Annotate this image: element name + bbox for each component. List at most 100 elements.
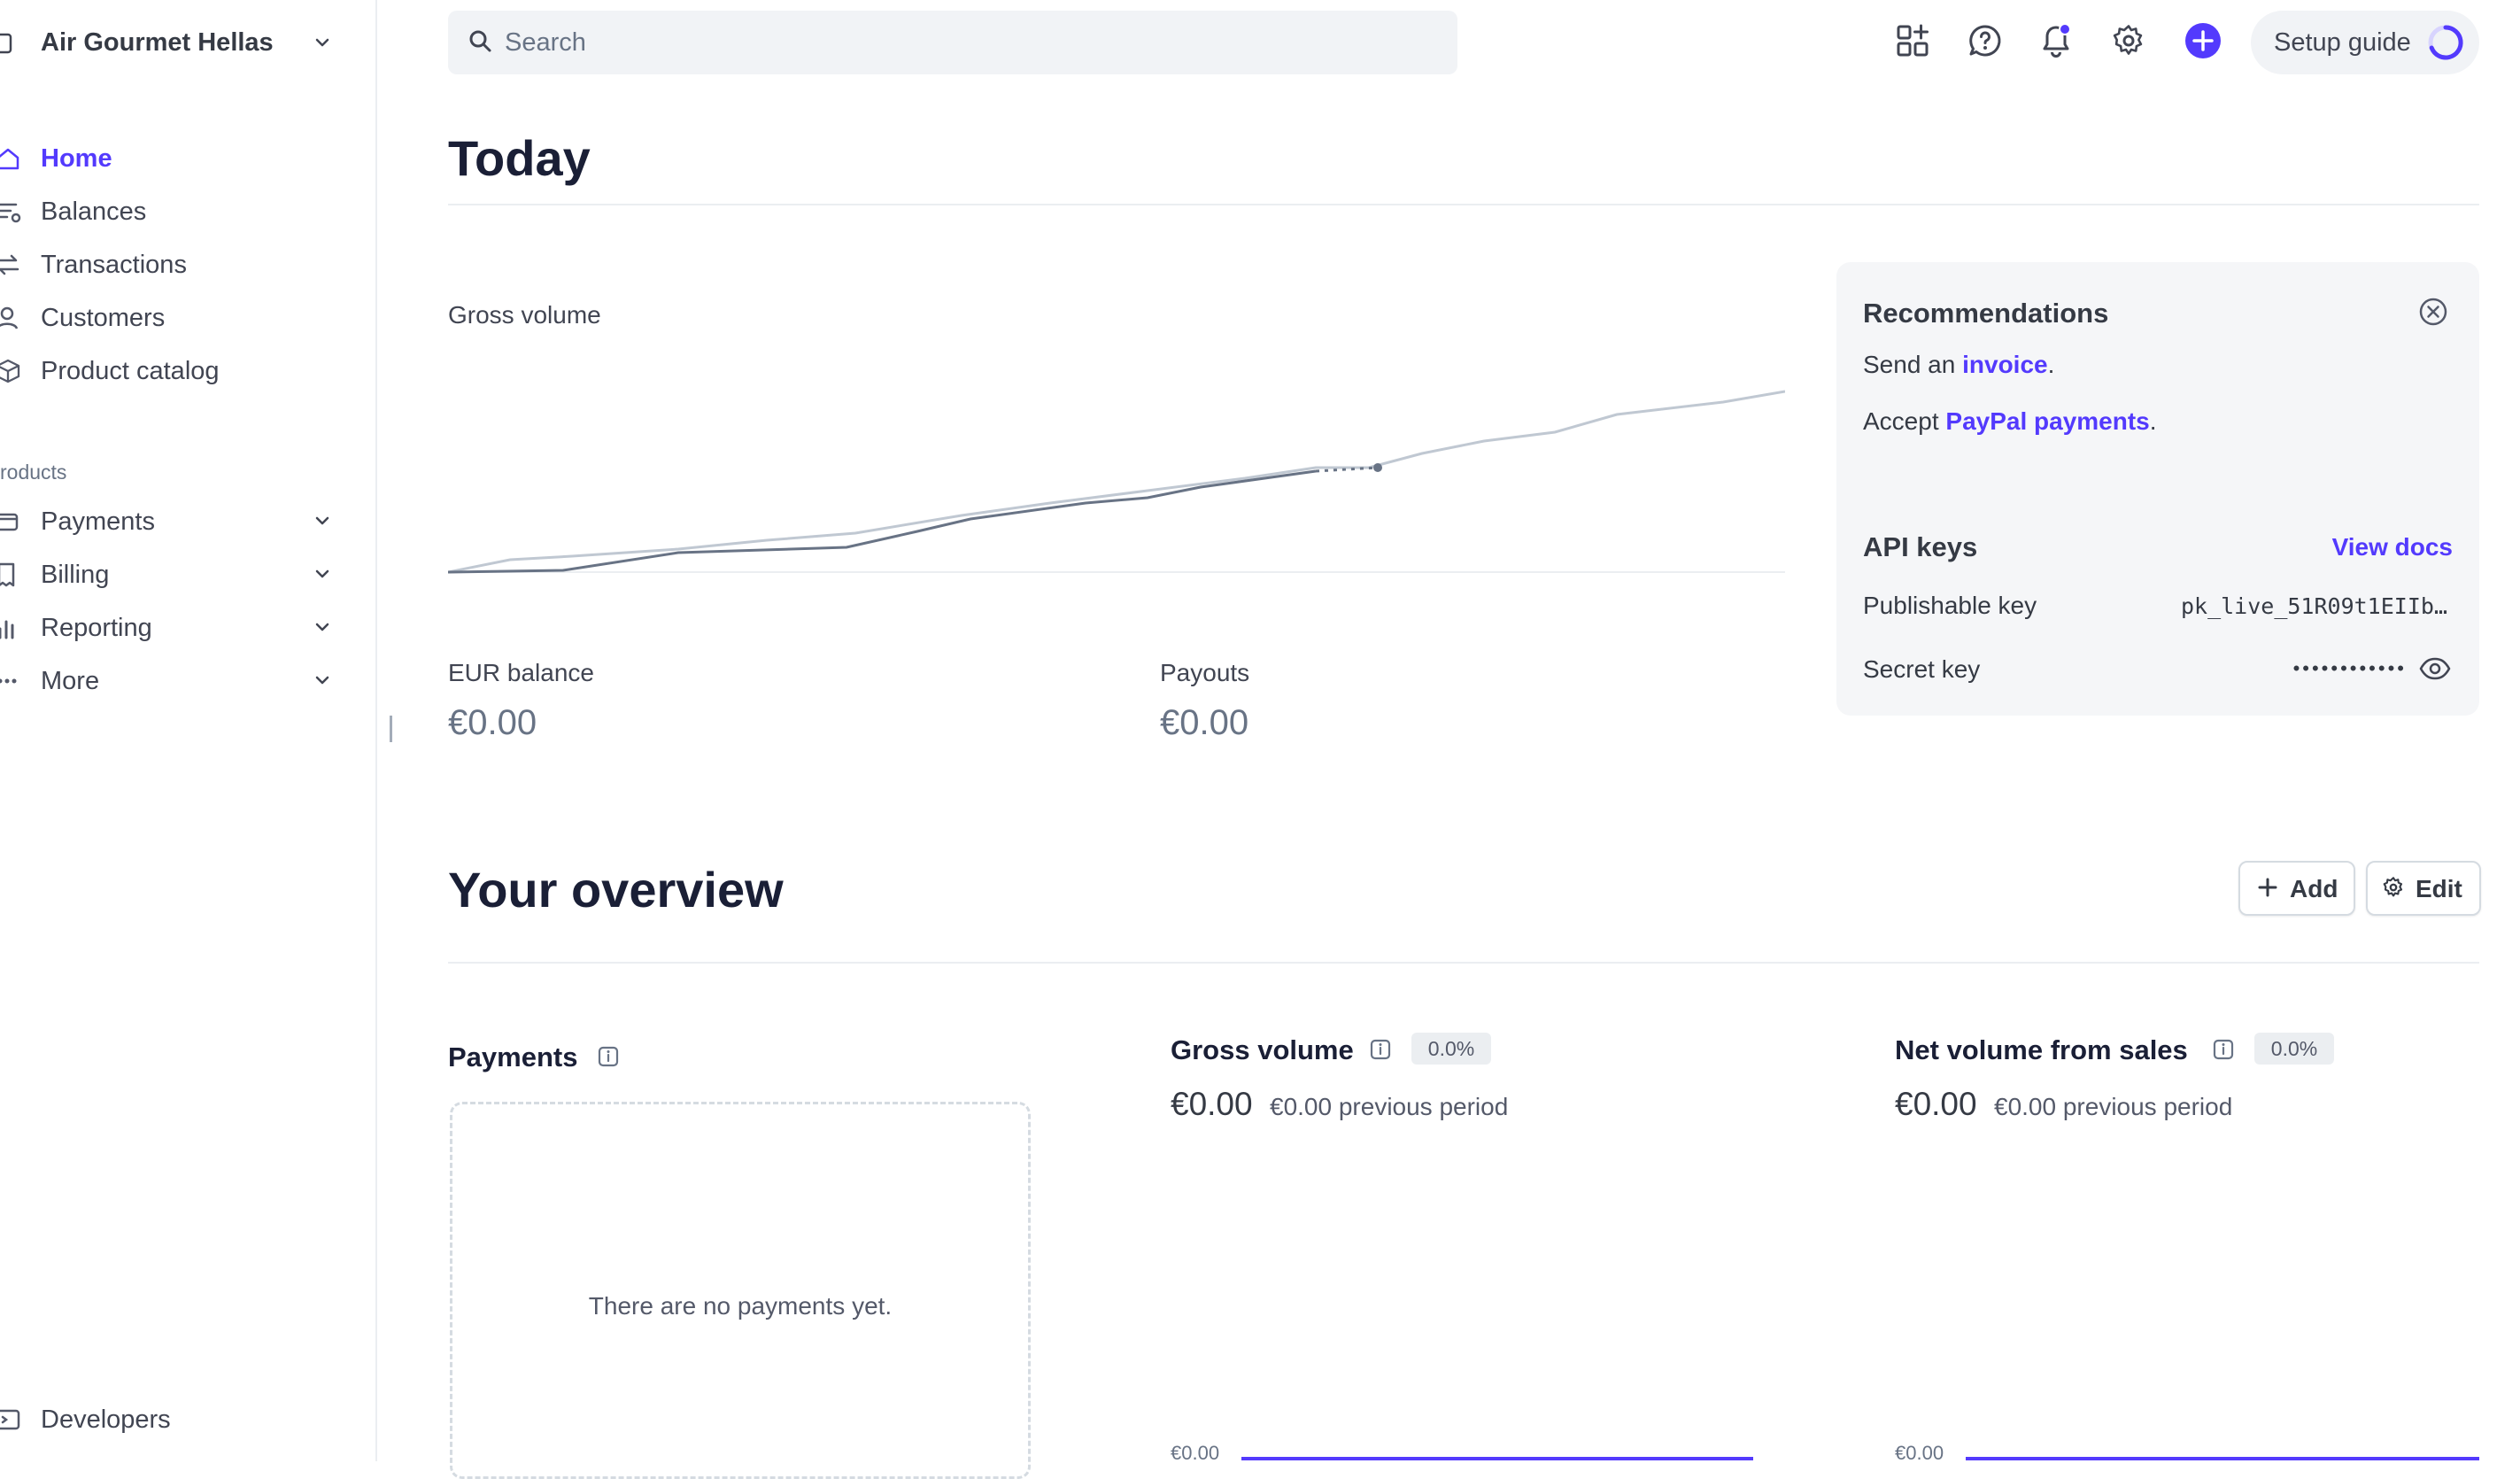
recommendation-text: Accept [1863, 407, 1946, 435]
sidebar-item-label: Payments [41, 507, 155, 536]
transactions-icon [0, 254, 19, 275]
sidebar-item-label: Billing [41, 560, 110, 589]
recommendation-paypal: Accept PayPal payments. [1863, 407, 2157, 436]
notifications-icon[interactable] [2038, 23, 2074, 58]
gross-volume-chart[interactable] [448, 372, 1785, 585]
search-input[interactable]: Search [448, 11, 1457, 74]
sidebar-item-billing[interactable]: Billing [0, 553, 354, 597]
section-title-overview: Your overview [448, 862, 784, 918]
apps-icon[interactable] [1895, 23, 1930, 58]
sidebar-item-product-catalog[interactable]: Product catalog [0, 349, 354, 393]
payments-empty-state: There are no payments yet. [450, 1102, 1031, 1479]
sidebar-item-label: Developers [41, 1405, 171, 1434]
sidebar-section-label: roducts [0, 461, 67, 484]
plus-icon [2258, 878, 2277, 897]
setup-guide-label: Setup guide [2274, 28, 2411, 57]
publishable-key-label: Publishable key [1863, 592, 2037, 619]
store-icon [0, 33, 12, 54]
chevron-down-icon [315, 38, 329, 47]
chart-axis-label: €0.00 [1171, 1442, 1220, 1464]
create-plus-icon[interactable] [2184, 21, 2222, 60]
recommendations-title: Recommendations [1863, 298, 2109, 329]
sidebar-item-more[interactable]: More [0, 659, 354, 703]
add-button-label: Add [2290, 875, 2338, 902]
eur-balance-label: EUR balance [448, 659, 594, 686]
account-switcher[interactable]: Air Gourmet Hellas [0, 21, 329, 64]
sidebar-resize-handle[interactable] [390, 716, 392, 742]
recommendation-invoice: Send an invoice. [1863, 351, 2054, 379]
billing-icon [0, 562, 15, 587]
invoice-link[interactable]: invoice [1962, 351, 2047, 378]
info-icon[interactable] [2212, 1038, 2235, 1061]
sidebar-item-reporting[interactable]: Reporting [0, 606, 354, 650]
current-point-marker [1373, 463, 1382, 472]
chevron-down-icon [315, 516, 329, 525]
chevron-down-icon [315, 623, 329, 631]
publishable-key-value[interactable]: pk_live_51R09t1EIIb… [2181, 593, 2447, 619]
secret-key-value[interactable]: •••••••••••• [2293, 657, 2407, 680]
view-docs-link[interactable]: View docs [2332, 533, 2453, 561]
sidebar-item-label: Transactions [41, 250, 187, 279]
api-keys-title: API keys [1863, 531, 1978, 562]
net-volume-value: €0.00 [1895, 1086, 1977, 1122]
secret-key-label: Secret key [1863, 655, 1981, 683]
sidebar-item-label: More [41, 666, 100, 695]
payments-icon [0, 513, 19, 531]
sidebar-item-label: Balances [41, 197, 147, 226]
info-icon[interactable] [1369, 1038, 1392, 1061]
sidebar-item-customers[interactable]: Customers [0, 296, 354, 340]
divider [448, 962, 2479, 964]
chart-axis-label: €0.00 [1895, 1442, 1944, 1464]
payouts-value[interactable]: €0.00 [1160, 703, 1248, 743]
add-button[interactable]: Add [2238, 861, 2355, 916]
paypal-payments-link[interactable]: PayPal payments [1945, 407, 2149, 435]
sidebar-item-label: Reporting [41, 613, 152, 642]
chevron-down-icon [315, 676, 329, 685]
settings-icon[interactable] [2111, 23, 2146, 58]
net-volume-card-title: Net volume from sales [1895, 1034, 2188, 1065]
eur-balance-value[interactable]: €0.00 [448, 703, 537, 743]
help-icon[interactable] [1967, 23, 2003, 58]
sidebar-item-transactions[interactable]: Transactions [0, 243, 354, 287]
account-name: Air Gourmet Hellas [41, 27, 274, 57]
info-icon[interactable] [597, 1045, 620, 1068]
chevron-down-icon [315, 569, 329, 578]
developers-icon [0, 1409, 20, 1430]
edit-button[interactable]: Edit [2366, 861, 2481, 916]
sidebar-item-developers[interactable]: Developers [0, 1398, 354, 1442]
edit-button-label: Edit [2416, 875, 2462, 902]
sidebar-item-label: Product catalog [41, 356, 220, 385]
setup-guide-button[interactable]: Setup guide [2251, 11, 2479, 74]
home-icon [0, 148, 19, 170]
sidebar-item-label: Home [41, 143, 112, 173]
payments-card-title: Payments [448, 1041, 578, 1072]
gross-volume-card-title: Gross volume [1171, 1034, 1354, 1065]
empty-state-text: There are no payments yet. [588, 1292, 893, 1320]
sidebar-item-payments[interactable]: Payments [0, 499, 354, 544]
divider [448, 204, 2479, 205]
product-catalog-icon [0, 359, 20, 383]
gross-volume-value: €0.00 [1171, 1086, 1253, 1122]
setup-progress-ring-icon [2428, 25, 2463, 60]
recommendation-text: Send an [1863, 351, 1963, 378]
close-icon[interactable] [2417, 296, 2449, 328]
more-icon [0, 678, 17, 684]
payouts-label: Payouts [1160, 659, 1250, 686]
gross-volume-label: Gross volume [448, 301, 601, 329]
comparison-series-line [448, 390, 1785, 574]
change-badge: 0.0% [1411, 1033, 1491, 1065]
sidebar: Air Gourmet Hellas Home Balances Transac… [0, 0, 377, 1461]
sidebar-item-label: Customers [41, 303, 166, 332]
gear-icon [2383, 877, 2403, 897]
page-title: Today [448, 130, 591, 186]
search-placeholder: Search [505, 28, 586, 57]
sidebar-item-home[interactable]: Home [0, 136, 354, 181]
eye-icon[interactable] [2419, 655, 2451, 682]
search-icon [469, 30, 491, 52]
gross-volume-previous: €0.00 previous period [1270, 1093, 1509, 1120]
sidebar-item-balances[interactable]: Balances [0, 190, 354, 234]
reporting-icon [0, 620, 14, 639]
net-volume-sparkline[interactable] [1966, 1457, 2479, 1460]
gross-volume-sparkline[interactable] [1241, 1457, 1753, 1460]
recommendation-text: . [2149, 407, 2157, 435]
